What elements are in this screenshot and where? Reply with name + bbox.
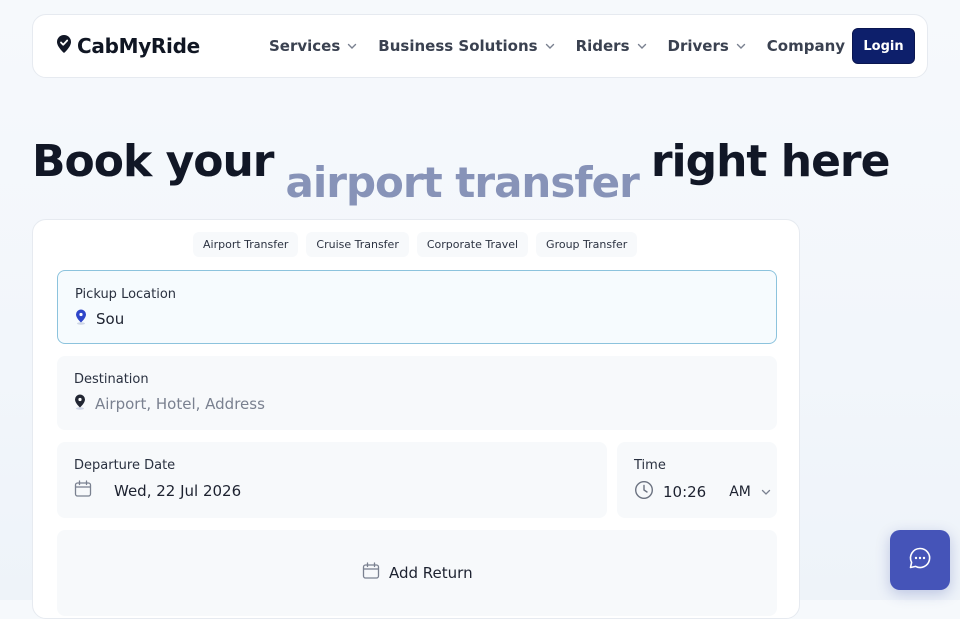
menu-item-drivers[interactable]: Drivers	[668, 37, 747, 55]
headline-prefix: Book your	[32, 136, 275, 187]
time-row: 10:26 AM	[634, 480, 772, 504]
top-navbar: CabMyRide Services Business Solutions Ri…	[32, 14, 928, 78]
destination-label: Destination	[74, 372, 149, 387]
main-menu: Services Business Solutions Riders Drive…	[269, 15, 863, 77]
destination-input[interactable]	[95, 395, 395, 413]
menu-item-business-solutions[interactable]: Business Solutions	[378, 37, 555, 55]
pickup-label: Pickup Location	[75, 287, 177, 302]
chevron-down-icon	[736, 43, 745, 49]
menu-item-company[interactable]: Company	[767, 37, 863, 55]
calendar-icon	[362, 562, 380, 584]
departure-date-field[interactable]: Departure Date Wed, 22 Jul 2026	[57, 442, 607, 518]
chevron-down-icon	[545, 43, 554, 49]
headline-suffix: right here	[650, 136, 891, 187]
departure-date-value: Wed, 22 Jul 2026	[114, 482, 242, 500]
time-period-select[interactable]: AM	[729, 484, 751, 500]
chevron-down-icon	[637, 43, 646, 49]
tab-cruise-transfer[interactable]: Cruise Transfer	[306, 232, 409, 257]
headline-rotating-text: airport transfer	[285, 158, 640, 207]
clock-icon	[634, 480, 654, 504]
booking-card: Airport Transfer Cruise Transfer Corpora…	[32, 219, 800, 619]
menu-label: Business Solutions	[378, 37, 538, 55]
location-pin-icon	[75, 309, 87, 329]
location-pin-icon	[74, 394, 86, 414]
pickup-input[interactable]	[96, 310, 396, 328]
destination-field[interactable]: Destination	[57, 356, 777, 430]
login-button[interactable]: Login	[852, 28, 915, 64]
menu-label: Services	[269, 37, 341, 55]
chat-widget-button[interactable]	[890, 530, 950, 590]
chat-icon	[908, 546, 932, 574]
tab-group-transfer[interactable]: Group Transfer	[536, 232, 638, 257]
menu-label: Company	[766, 37, 846, 55]
time-value: 10:26	[663, 483, 707, 501]
departure-label: Departure Date	[74, 458, 176, 473]
time-label: Time	[634, 458, 666, 473]
booking-tabs: Airport Transfer Cruise Transfer Corpora…	[193, 232, 645, 257]
add-return-area: Add Return	[57, 530, 777, 616]
menu-label: Riders	[575, 37, 630, 55]
chevron-down-icon	[348, 43, 357, 49]
time-field[interactable]: Time 10:26 AM	[617, 442, 777, 518]
tab-corporate-travel[interactable]: Corporate Travel	[416, 232, 529, 257]
calendar-icon	[74, 480, 92, 502]
destination-row	[74, 394, 395, 414]
menu-label: Drivers	[667, 37, 729, 55]
add-return-label: Add Return	[389, 564, 473, 582]
menu-item-riders[interactable]: Riders	[576, 37, 648, 55]
location-pin-icon	[55, 34, 73, 58]
brand-name: CabMyRide	[77, 34, 200, 58]
chevron-down-icon	[761, 489, 771, 495]
pickup-row	[75, 309, 396, 329]
hero-headline: Book your airport transfer right here	[32, 136, 891, 207]
add-return-button[interactable]: Add Return	[362, 562, 473, 584]
brand-logo[interactable]: CabMyRide	[55, 34, 200, 58]
pickup-location-field[interactable]: Pickup Location	[57, 270, 777, 344]
menu-item-services[interactable]: Services	[269, 37, 358, 55]
departure-row: Wed, 22 Jul 2026	[74, 480, 241, 502]
tab-airport-transfer[interactable]: Airport Transfer	[193, 232, 299, 257]
